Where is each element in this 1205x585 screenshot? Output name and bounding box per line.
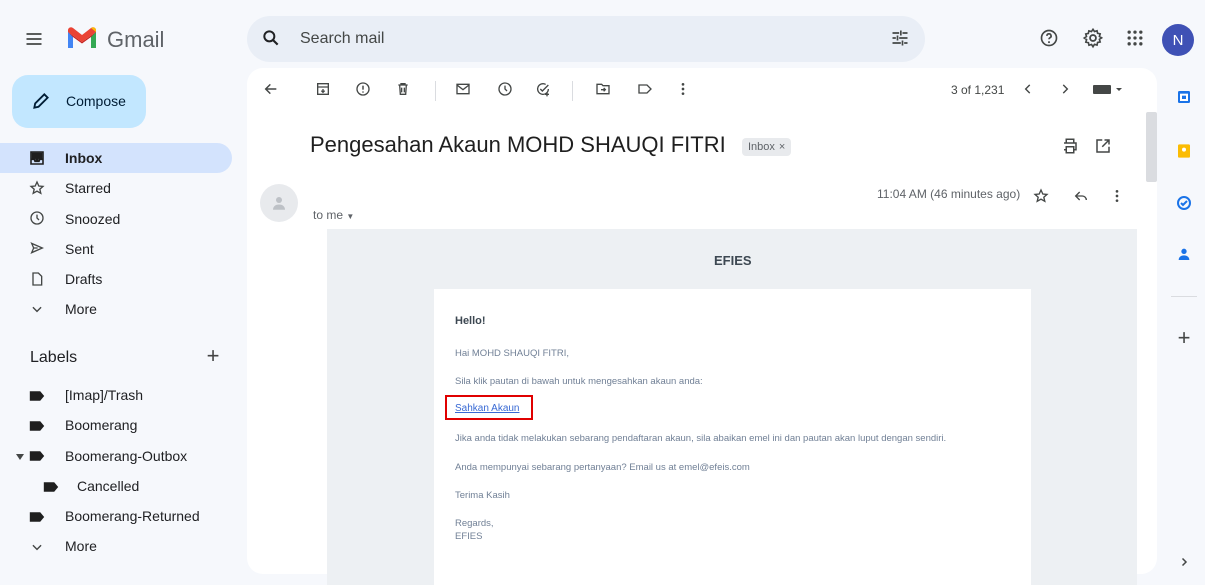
more-vert-icon[interactable] [673,79,693,99]
mark-unread-icon[interactable] [453,79,473,99]
pencil-icon [30,90,52,112]
settings-gear-icon[interactable] [1082,27,1104,49]
more-vert-icon[interactable] [1107,186,1127,206]
label-tag-icon [42,478,60,496]
email-line: Sila klik pautan di bawah untuk mengesah… [455,376,703,387]
recipient-toggle[interactable]: to me ▼ [313,208,354,222]
older-chevron-right-icon[interactable] [1055,79,1075,99]
chevron-down-icon [28,538,46,556]
open-new-window-icon[interactable] [1092,135,1114,157]
label-tag-icon [28,508,46,526]
label-tag-icon [28,417,46,435]
labels-more[interactable]: More [65,538,97,554]
star-icon [28,179,46,197]
message-timestamp: 11:04 AM (46 minutes ago) [877,187,1021,201]
email-brand-header: EFIES [714,253,752,268]
rail-divider [1171,296,1197,297]
email-line: Jika anda tidak melakukan sebarang penda… [455,433,947,444]
add-addon-icon[interactable]: + [1173,325,1195,350]
add-label-icon[interactable]: + [203,343,223,368]
label-tag-icon [28,447,46,465]
label-cancelled[interactable]: Cancelled [77,478,139,494]
clock-icon [28,209,46,227]
main-menu-icon[interactable] [22,27,46,51]
snooze-clock-icon[interactable] [495,79,515,99]
draft-icon [28,270,46,288]
compose-label: Compose [66,93,126,109]
search-icon[interactable] [260,27,282,49]
search-input[interactable] [300,28,860,50]
labels-heading: Labels [30,349,78,366]
label-imap-trash[interactable]: [Imap]/Trash [65,387,143,403]
archive-icon[interactable] [313,79,333,99]
label-icon[interactable] [635,79,655,99]
email-line: Terima Kasih [455,490,510,501]
keep-notes-icon[interactable] [1173,140,1195,162]
sidebar-item-label: Inbox [65,150,103,166]
add-task-icon[interactable] [533,79,553,99]
sidebar-item-more[interactable]: More [65,301,97,317]
sidebar-item-starred[interactable]: Starred [65,180,111,196]
sidebar-item-sent[interactable]: Sent [65,241,94,257]
chevron-down-icon [28,300,46,318]
sender-avatar[interactable] [260,184,298,222]
gmail-logo-icon[interactable] [66,25,98,51]
report-spam-icon[interactable] [353,79,373,99]
help-icon[interactable] [1038,27,1060,49]
email-signature: EFIES [455,531,483,542]
email-line: Hai MOHD SHAUQI FITRI, [455,348,570,359]
label-boomerang-outbox[interactable]: Boomerang-Outbox [65,448,187,464]
expand-caret-icon[interactable] [15,452,25,462]
caret-down-icon: ▼ [346,212,355,221]
scrollbar-thumb[interactable] [1146,112,1157,182]
label-boomerang-returned[interactable]: Boomerang-Returned [65,508,200,524]
message-count: 3 of 1,231 [951,83,1005,97]
reply-icon[interactable] [1071,186,1091,206]
tasks-icon[interactable] [1173,192,1195,214]
remove-label-icon[interactable]: × [779,141,785,153]
account-avatar[interactable]: N [1162,24,1194,56]
email-subject: Pengesahan Akaun MOHD SHAUQI FITRI [310,132,726,157]
email-regards: Regards, [455,518,494,529]
newer-chevron-left-icon[interactable] [1018,79,1038,99]
chip-label: Inbox [748,141,775,153]
trash-icon[interactable] [393,79,413,99]
highlight-box [445,395,533,420]
send-icon [28,239,46,257]
move-to-folder-icon[interactable] [593,79,613,99]
toolbar-divider [572,81,573,101]
contacts-icon[interactable] [1173,243,1195,265]
email-line: Anda mempunyai sebarang pertanyaan? Emai… [455,462,750,473]
print-icon[interactable] [1059,135,1081,157]
app-name[interactable]: Gmail [107,27,164,53]
sidebar-item-snoozed[interactable]: Snoozed [65,211,120,227]
keyboard-input-icon[interactable] [1090,79,1126,99]
expand-panel-chevron-icon[interactable] [1173,551,1195,573]
inbox-icon [28,149,46,167]
inbox-label-chip[interactable]: Inbox × [742,138,792,156]
toolbar-divider [435,81,436,101]
label-tag-icon [28,387,46,405]
apps-grid-icon[interactable] [1124,27,1146,49]
recipient-text: to me [313,208,344,222]
search-options-icon[interactable] [889,27,911,49]
label-boomerang[interactable]: Boomerang [65,417,137,433]
calendar-icon[interactable] [1173,86,1195,108]
sidebar-item-drafts[interactable]: Drafts [65,271,102,287]
back-arrow-icon[interactable] [261,79,281,99]
star-icon[interactable] [1031,186,1051,206]
email-greeting: Hello! [455,315,486,327]
